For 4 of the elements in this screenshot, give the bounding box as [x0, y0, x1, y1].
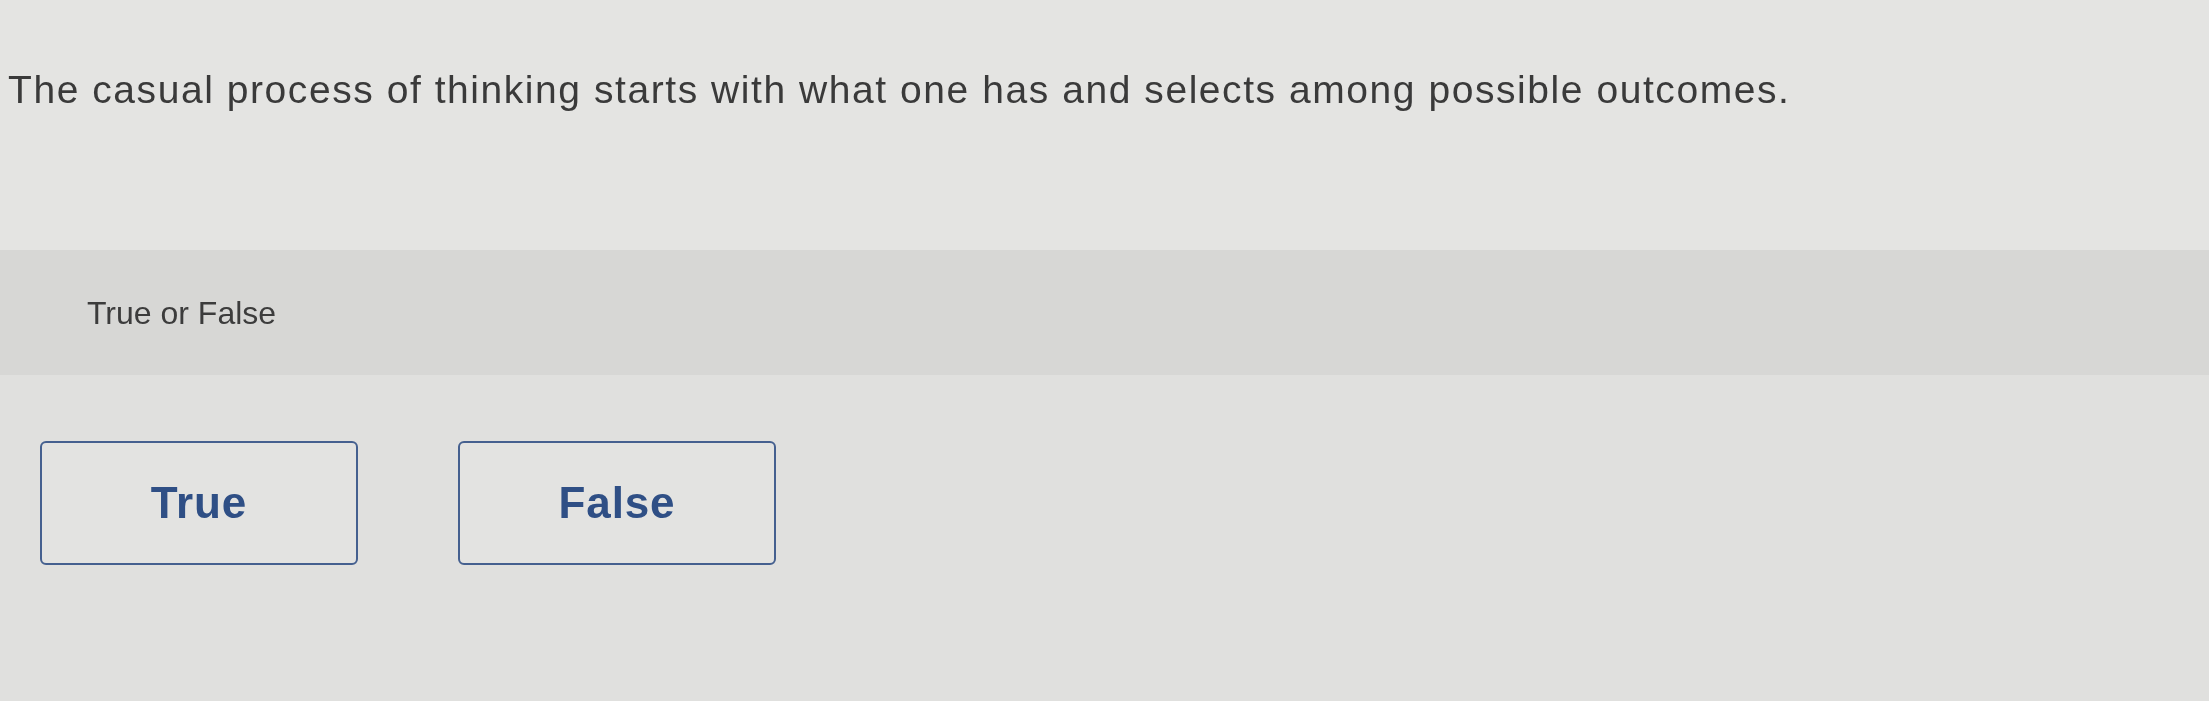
- answer-option[interactable]: True: [40, 441, 358, 565]
- question-text: The casual process of thinking starts with what one has and selects among possible outcomes.: [8, 67, 1791, 113]
- prompt-text: True or False: [87, 293, 277, 333]
- answer-option[interactable]: False: [458, 441, 776, 565]
